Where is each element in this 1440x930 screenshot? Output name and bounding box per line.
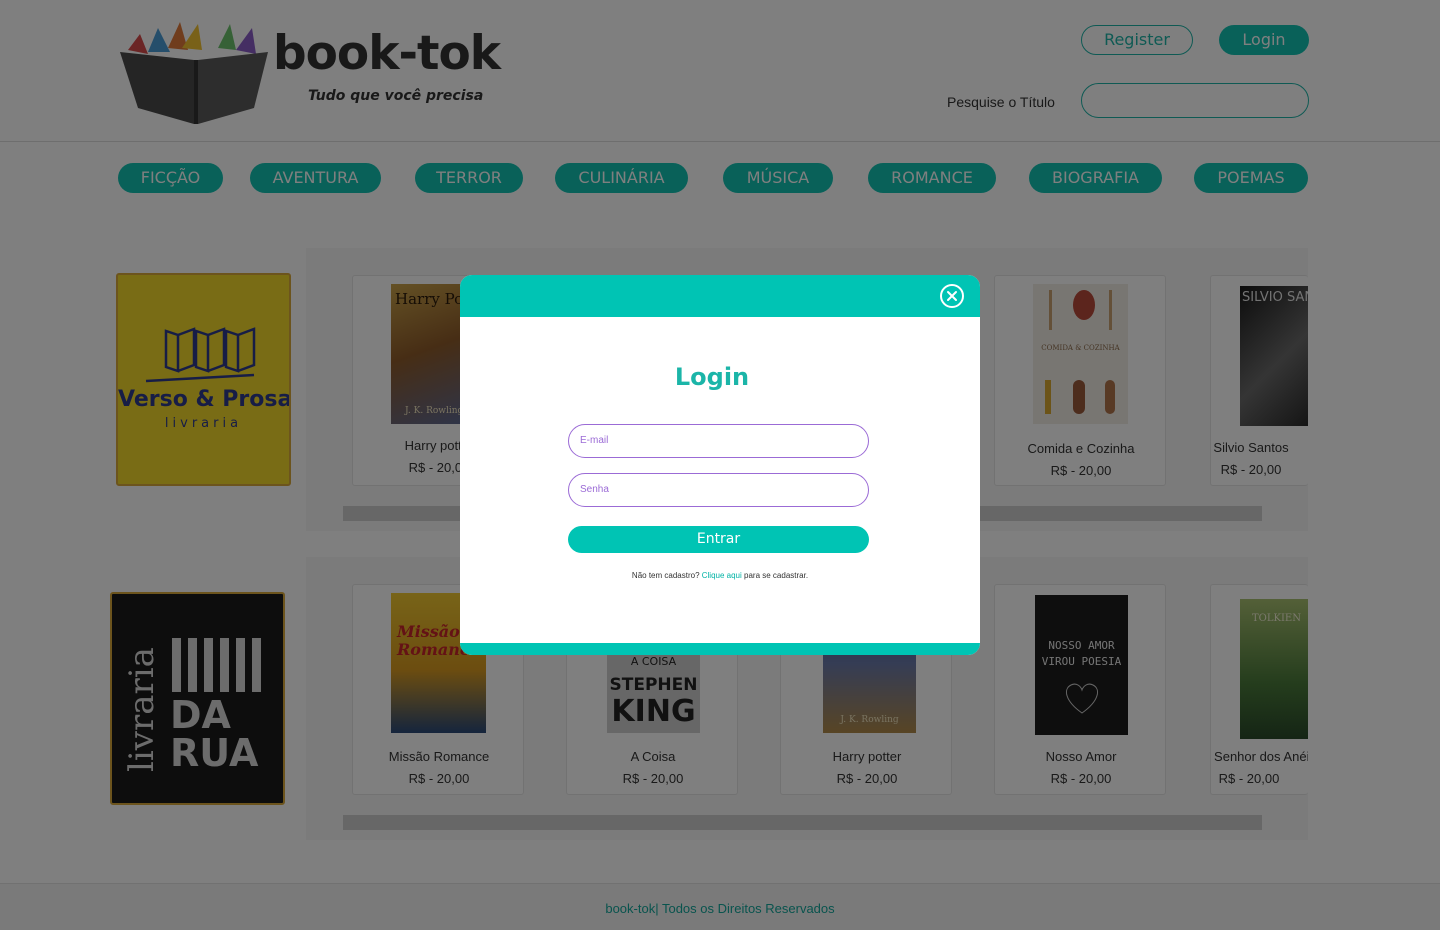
close-icon[interactable]: [940, 284, 964, 308]
submit-button[interactable]: Entrar: [568, 526, 869, 553]
email-field[interactable]: E-mail: [568, 424, 869, 458]
modal-footer-bar: [460, 643, 980, 655]
signup-suffix: para se cadastrar.: [744, 571, 809, 580]
modal-header-bar: [460, 275, 980, 317]
password-field[interactable]: Senha: [568, 473, 869, 507]
modal-title: Login: [674, 363, 750, 391]
signup-link[interactable]: Clique aqui: [702, 571, 742, 580]
signup-prefix: Não tem cadastro?: [631, 571, 700, 580]
login-modal: Login E-mail Senha Entrar Não tem cadast…: [460, 275, 980, 655]
signup-prompt: Não tem cadastro? Clique aqui para se ca…: [460, 571, 980, 580]
